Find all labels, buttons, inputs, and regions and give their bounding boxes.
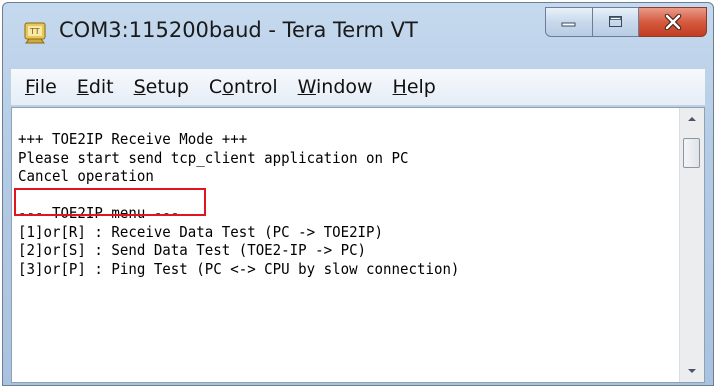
window-title: COM3:115200baud - Tera Term VT [59,18,418,42]
terminal-line-cancel-operation: Cancel operation [18,167,154,185]
scrollbar-thumb[interactable] [683,138,700,168]
terminal-line: [2]or[S] : Send Data Test (TOE2-IP -> PC… [18,241,367,259]
menu-file[interactable]: File [25,76,57,98]
terminal-area[interactable]: +++ TOE2IP Receive Mode +++ Please start… [11,107,705,383]
maximize-icon [608,16,622,27]
terminal-line: [3]or[P] : Ping Test (PC <-> CPU by slow… [18,259,460,278]
scroll-up-button[interactable] [680,108,704,130]
close-button[interactable] [639,7,707,37]
menu-help[interactable]: Help [393,76,436,98]
tera-term-app-icon: TT [24,22,46,44]
vertical-scrollbar[interactable] [679,108,704,382]
terminal-line: +++ TOE2IP Receive Mode +++ [18,130,248,148]
menu-window[interactable]: Window [298,76,373,98]
menu-control[interactable]: Control [209,76,278,98]
tera-term-window: TT COM3:115200baud - Tera Term VT File E… [2,2,714,386]
caption-buttons [545,7,707,41]
terminal-line: [1]or[R] : Receive Data Test (PC -> TOE2… [18,222,384,241]
menu-bar: File Edit Setup Control Window Help [11,69,705,106]
maximize-button[interactable] [593,7,639,37]
menu-setup[interactable]: Setup [134,76,189,98]
red-highlight-box [14,188,206,216]
terminal-line: Please start send tcp_client application… [18,148,409,167]
scroll-down-button[interactable] [680,360,704,382]
title-bar[interactable]: TT COM3:115200baud - Tera Term VT [3,3,713,69]
scroll-up-arrow-icon [688,117,696,121]
scroll-down-arrow-icon [688,369,696,373]
minimize-button[interactable] [545,7,593,37]
menu-edit[interactable]: Edit [77,76,114,98]
svg-text:TT: TT [29,27,40,36]
close-icon [664,14,681,30]
minimize-icon [561,22,576,27]
